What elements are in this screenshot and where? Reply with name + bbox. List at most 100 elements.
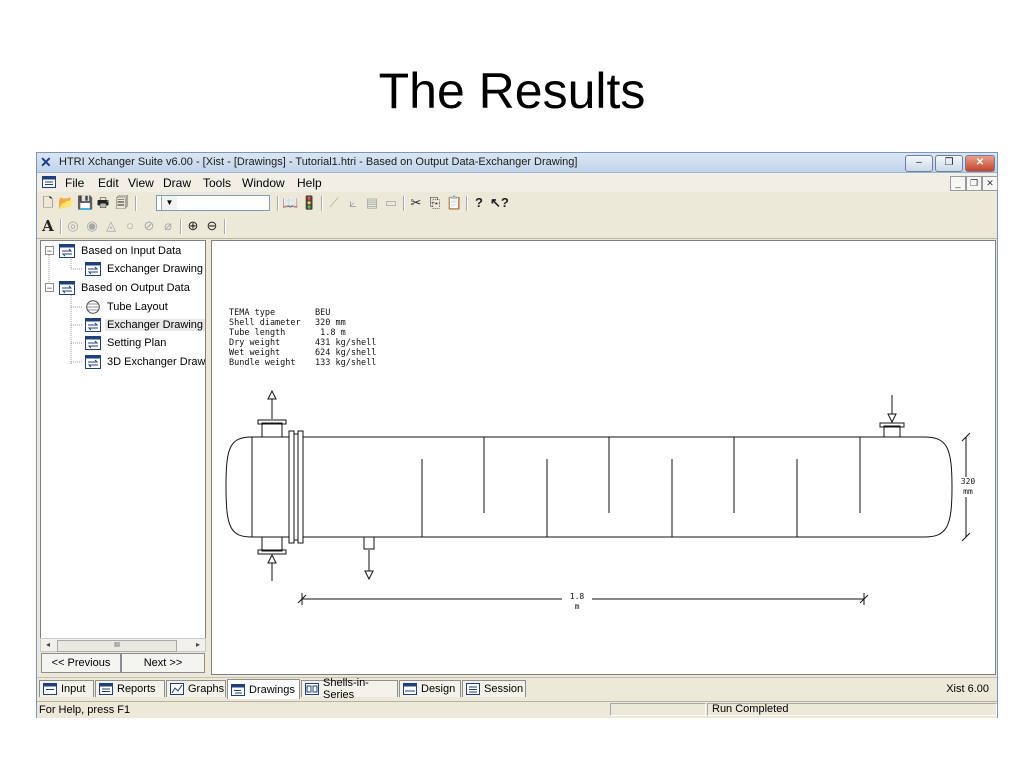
save-icon[interactable]: 💾 [77,195,93,211]
menu-edit[interactable]: Edit [98,176,119,190]
table-icon[interactable]: ▤ [364,195,380,211]
scroll-right-icon[interactable]: ▸ [192,639,204,651]
mdi-restore-button[interactable]: ❐ [966,176,982,191]
main-toolbar: 🗋 📂 💾 🖶 🗐 SI ▼ 📖 🚦 ⟋ ⟀ ▤ ▭ ✂ ⎘ 📋 ? ↖? [37,193,997,215]
units-select[interactable]: SI ▼ [156,195,270,211]
diameter-unit: mm [963,487,973,496]
toolbar-separator [277,196,279,211]
toolbar-separator [180,219,182,234]
3d-drawing-icon [85,355,101,369]
print-preview-icon[interactable]: 🗐 [114,195,130,211]
circle-tool-icon[interactable]: ◎ [65,218,81,234]
menu-view[interactable]: View [128,176,154,190]
shells-in-series-icon [305,683,319,695]
tree-item-input-exchanger-drawing[interactable]: Exchanger Drawing [85,261,205,277]
chevron-down-icon[interactable]: ▼ [161,196,177,210]
close-button[interactable]: ✕ [965,155,995,172]
length-dimension-label: 1.8 m [562,592,592,612]
length-unit: m [574,602,580,611]
collapse-icon[interactable]: − [45,246,54,256]
tab-shells-in-series[interactable]: Shells-in-Series [301,677,398,701]
help-icon[interactable]: ? [471,195,487,211]
ellipse-tool-icon[interactable]: ○ [122,218,138,234]
shell-flange [297,430,304,544]
outlet-nozzle-bottom [261,536,283,552]
setting-plan-icon [85,336,101,350]
scroll-thumb[interactable]: III [57,640,177,652]
shell-end-cap [923,436,953,538]
zoom-out-icon[interactable]: ⊖ [204,218,220,234]
navigation-tree: − Based on Input Data Exchanger Drawing … [40,240,206,650]
tab-input[interactable]: Input [39,680,94,697]
tree-group-output[interactable]: Based on Output Data [59,280,192,296]
tab-reports[interactable]: Reports [95,680,165,697]
arrow-down-icon [364,570,374,581]
channel-body [251,436,290,538]
document-icon[interactable] [42,176,56,188]
tree-item-tube-layout[interactable]: Tube Layout [85,299,170,315]
mdi-minimize-button[interactable]: _ [950,176,966,191]
tab-drawings[interactable]: Drawings [227,679,300,699]
copy-icon[interactable]: ⎘ [427,195,443,211]
length-value: 1.8 [569,592,585,601]
tree-horizontal-scrollbar[interactable]: ◂ III ▸ [40,638,206,652]
restore-button[interactable]: ❐ [935,155,963,172]
title-bar[interactable]: ✕ HTRI Xchanger Suite v6.00 - [Xist - [D… [37,153,997,173]
tree-item-3d-exchanger-drawing[interactable]: 3D Exchanger Drawi [85,354,205,370]
tab-session[interactable]: Session [462,680,526,697]
chart-icon[interactable]: ⟋ [326,195,342,211]
next-button[interactable]: Next >> [121,653,205,673]
version-label: Xist 6.00 [946,683,989,695]
scroll-left-icon[interactable]: ◂ [42,639,54,651]
toolbar-separator [466,196,468,211]
new-file-icon[interactable]: 🗋 [40,195,56,211]
previous-button[interactable]: << Previous [41,653,121,673]
collapse-icon[interactable]: − [45,283,54,293]
input-icon [43,683,57,695]
menu-draw[interactable]: Draw [163,176,191,190]
book-icon[interactable]: 📖 [282,195,298,211]
open-folder-icon[interactable]: 📂 [58,195,74,211]
triangle-tool-icon[interactable]: ◬ [103,218,119,234]
exchanger-drawing [225,389,971,605]
text-tool-icon[interactable]: A [40,218,56,234]
run-case-icon[interactable]: 🚦 [301,195,317,211]
drawing-icon[interactable]: ▭ [383,195,399,211]
drawings-icon [231,683,245,696]
menu-window[interactable]: Window [242,176,285,190]
tab-graphs[interactable]: Graphs [166,680,226,697]
app-window: ✕ HTRI Xchanger Suite v6.00 - [Xist - [D… [36,152,998,718]
drawing-canvas[interactable]: TEMA type BEU Shell diameter 320 mm Tube l… [211,240,996,675]
tree-item-setting-plan[interactable]: Setting Plan [85,335,168,351]
hatched-circle-icon[interactable]: ⊘ [141,218,157,234]
tree-group-input[interactable]: Based on Input Data [59,243,183,259]
graphs-icon [170,683,184,695]
menu-file[interactable]: File [65,176,84,190]
print-icon[interactable]: 🖶 [95,195,111,211]
shell-inlet-nozzle [883,425,901,438]
graph-icon[interactable]: ⟀ [345,195,361,211]
exchanger-drawing-icon [85,318,101,332]
tab-label: Drawings [249,683,295,696]
status-message: Run Completed [707,703,997,716]
mdi-close-button[interactable]: ✕ [982,176,998,191]
menu-tools[interactable]: Tools [203,176,231,190]
paste-icon[interactable]: 📋 [446,195,462,211]
eraser-icon[interactable]: ⌀ [160,218,176,234]
ring-tool-icon[interactable]: ◉ [84,218,100,234]
arrow-up-icon [267,553,277,564]
tab-label: Input [61,683,86,695]
exchanger-folder-icon [59,281,75,295]
tree-item-output-exchanger-drawing[interactable]: Exchanger Drawing [85,317,205,333]
menu-bar: File Edit View Draw Tools Window Help _ … [37,173,998,192]
zoom-in-icon[interactable]: ⊕ [185,218,201,234]
tree-group-label: Based on Input Data [81,245,182,257]
tab-design[interactable]: Design [399,680,461,697]
context-help-icon[interactable]: ↖? [490,195,509,211]
design-icon [403,683,417,695]
menu-help[interactable]: Help [297,176,322,190]
arrow-up-icon [267,389,277,400]
minimize-button[interactable]: – [905,155,933,172]
tree-item-label: Tube Layout [107,301,168,313]
cut-icon[interactable]: ✂ [408,195,424,211]
